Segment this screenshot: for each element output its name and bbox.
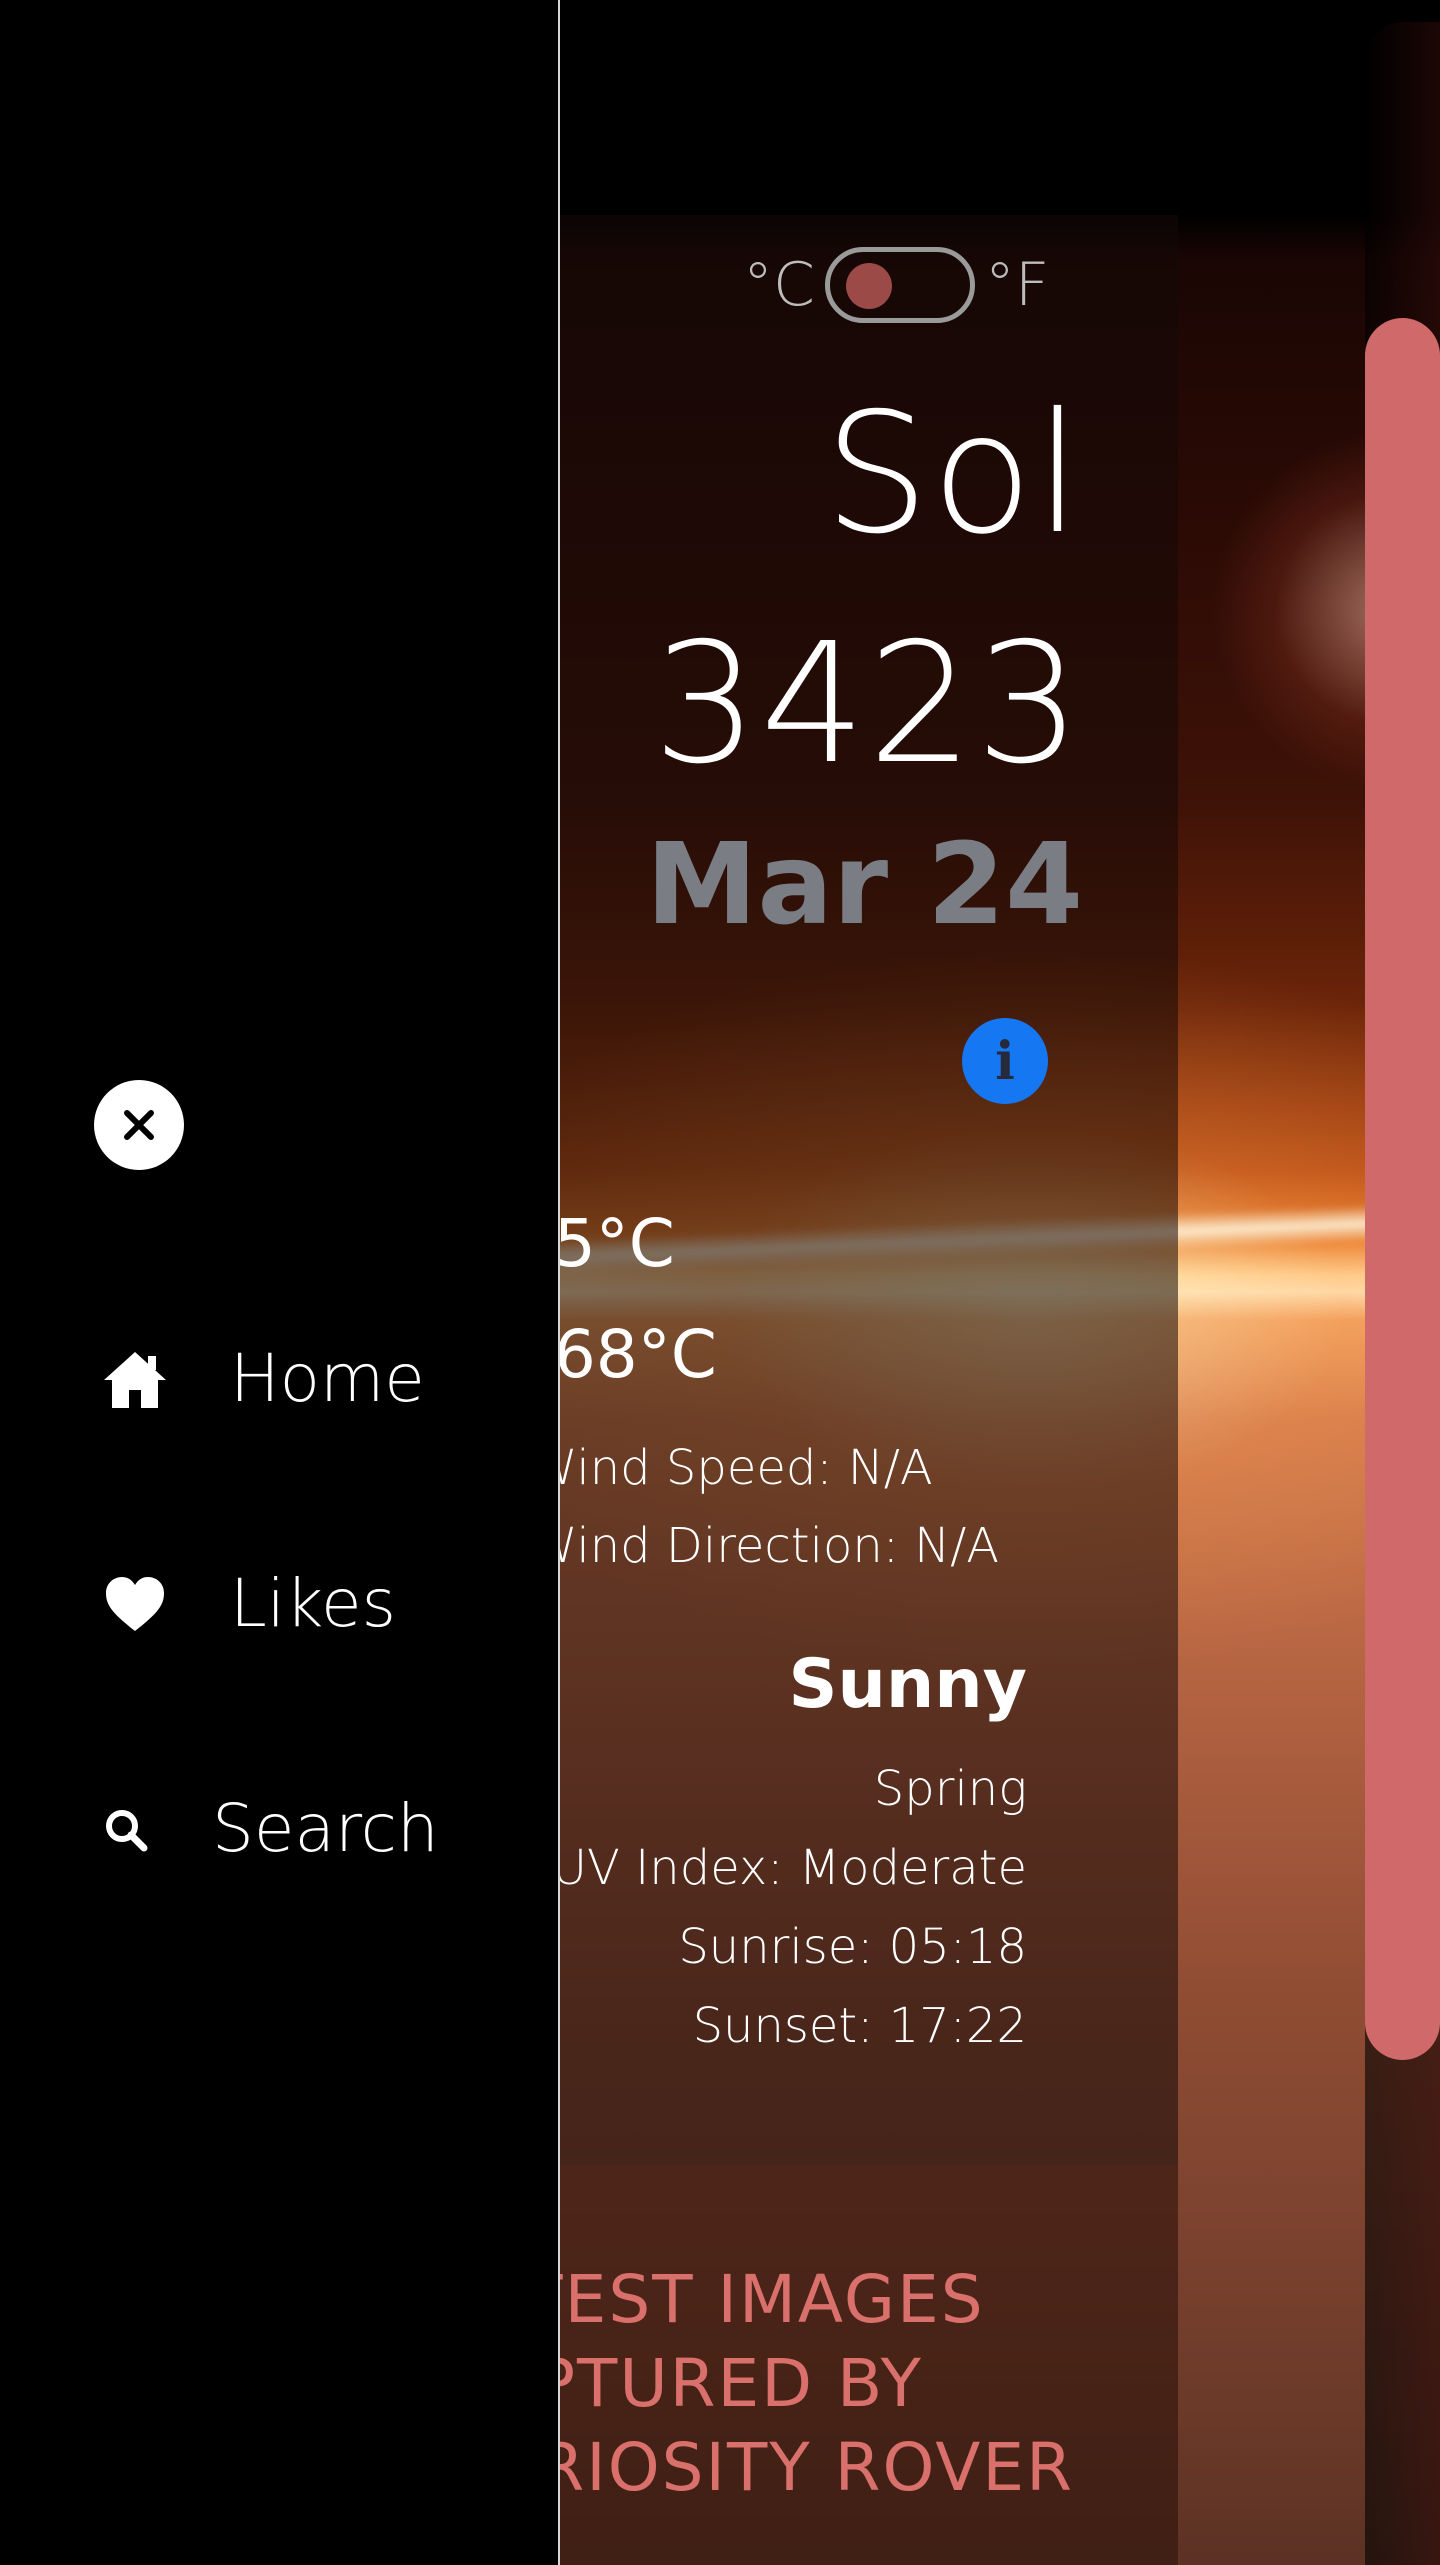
- sol-label: Sol: [823, 378, 1083, 571]
- search-icon: [100, 1794, 152, 1864]
- celsius-label: °C: [743, 250, 815, 320]
- nav-label-home: Home: [230, 1340, 425, 1417]
- weather-condition: Sunny: [788, 1645, 1027, 1724]
- earth-date: Mar 24: [645, 820, 1083, 950]
- info-icon: i: [995, 1030, 1015, 1092]
- close-drawer-button[interactable]: [94, 1080, 184, 1170]
- nav-label-likes: Likes: [230, 1565, 396, 1642]
- nav-item-home[interactable]: Home: [100, 1340, 425, 1417]
- heart-icon: [100, 1569, 170, 1639]
- sol-number: 3423: [652, 608, 1083, 801]
- nav-label-search: Search: [212, 1790, 439, 1867]
- uv-index: UV Index: Moderate: [551, 1840, 1027, 1896]
- sunrise-time: Sunrise: 05:18: [678, 1919, 1027, 1975]
- wind-speed: Wind Speed: N/A: [530, 1440, 933, 1496]
- side-drawer: Home Likes Search: [0, 0, 560, 2565]
- fahrenheit-label: °F: [984, 250, 1050, 320]
- wind-direction: Wind Direction: N/A: [530, 1518, 1000, 1574]
- sol-heading: Sol 3423: [653, 360, 1083, 820]
- close-icon: [124, 1110, 154, 1140]
- sunset-time: Sunset: 17:22: [692, 1998, 1027, 2054]
- nav-item-likes[interactable]: Likes: [100, 1565, 396, 1642]
- switch-knob: [845, 263, 892, 309]
- home-icon: [100, 1344, 170, 1414]
- unit-toggle[interactable]: °C °F: [743, 240, 1049, 330]
- season: Spring: [873, 1761, 1027, 1817]
- unit-switch[interactable]: [824, 247, 975, 323]
- nav-item-search[interactable]: Search: [100, 1790, 439, 1867]
- weather-details: Sunny Spring UV Index: Moderate Sunrise:…: [552, 1645, 1027, 2066]
- scrollbar-thumb[interactable]: [1365, 318, 1440, 2060]
- info-button[interactable]: i: [962, 1018, 1048, 1104]
